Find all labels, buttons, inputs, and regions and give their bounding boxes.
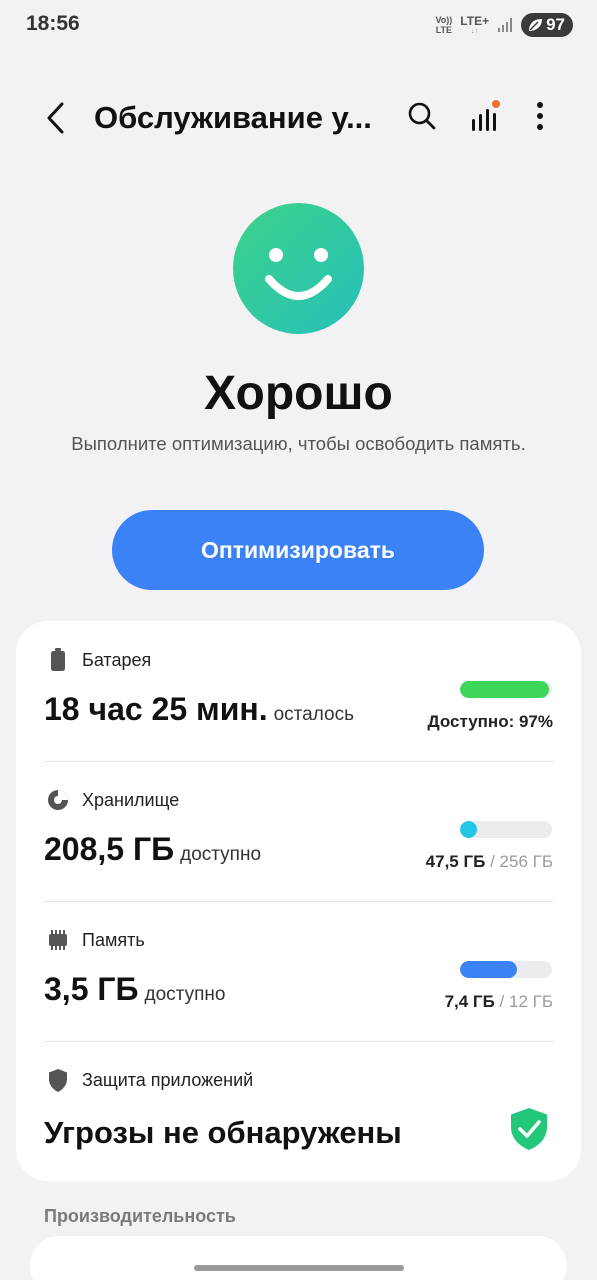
more-options-button[interactable]	[520, 96, 560, 136]
battery-caption: Доступно: 97%	[428, 712, 553, 732]
performance-card[interactable]	[30, 1236, 567, 1280]
storage-value: 208,5 ГБ доступно	[44, 831, 261, 868]
memory-unit: доступно	[144, 984, 226, 1005]
storage-separator: /	[490, 852, 495, 871]
shield-check-icon	[511, 1108, 547, 1150]
stats-icon	[472, 100, 500, 131]
signal-icon	[498, 18, 513, 32]
memory-value: 3,5 ГБ доступно	[44, 971, 225, 1008]
battery-value: 18 час 25 мин. осталось	[44, 691, 354, 728]
leaf-icon	[529, 19, 543, 31]
storage-bar-fill	[460, 821, 478, 838]
memory-bar	[460, 961, 552, 978]
stats-button[interactable]	[464, 96, 504, 136]
back-icon	[47, 102, 64, 134]
device-status-subtitle: Выполните оптимизацию, чтобы освободить …	[71, 433, 526, 454]
battery-icon	[46, 648, 70, 672]
performance-header: Производительность	[44, 1206, 236, 1226]
status-time: 18:56	[26, 12, 80, 35]
device-status-title: Хорошо	[204, 367, 393, 420]
volte-line1: Vo))	[435, 15, 453, 25]
volte-line2: LTE	[435, 25, 453, 35]
app-protection-section[interactable]: Защита приложений Угрозы не обнаружены	[16, 1041, 581, 1181]
memory-free: 3,5 ГБ	[44, 971, 139, 1007]
protection-status: Угрозы не обнаружены	[44, 1115, 402, 1150]
battery-bar-fill	[460, 681, 550, 698]
status-bar: 18:56 Vo)) LTE LTE+ ↓↑ 97	[0, 0, 597, 52]
storage-used: 47,5 ГБ	[425, 852, 486, 871]
smile-face-icon	[233, 203, 364, 334]
memory-bar-fill	[460, 961, 518, 978]
more-icon	[537, 102, 543, 130]
divider	[44, 761, 553, 762]
volte-icon: Vo)) LTE	[435, 15, 452, 35]
status-icons: Vo)) LTE LTE+ ↓↑ 97	[435, 13, 573, 37]
page-title: Обслуживание у...	[94, 100, 372, 135]
storage-total: 256 ГБ	[499, 852, 553, 871]
home-indicator[interactable]	[194, 1265, 404, 1271]
memory-section[interactable]: Память 3,5 ГБ доступно 7,4 ГБ / 12 ГБ	[16, 901, 581, 1041]
network-arrows: ↓↑	[470, 26, 479, 35]
pie-chart-icon	[46, 788, 70, 812]
search-button[interactable]	[402, 96, 442, 136]
app-bar: Обслуживание у...	[0, 88, 597, 148]
search-icon	[408, 102, 436, 130]
protection-label: Защита приложений	[82, 1070, 254, 1090]
battery-label: Батарея	[82, 650, 152, 670]
storage-free: 208,5 ГБ	[44, 831, 175, 867]
memory-caption: 7,4 ГБ / 12 ГБ	[445, 992, 553, 1012]
memory-chip-icon	[46, 928, 70, 952]
battery-unit: осталось	[273, 704, 354, 725]
device-care-card: Батарея 18 час 25 мин. осталось Доступно:…	[16, 621, 581, 1181]
battery-section[interactable]: Батарея 18 час 25 мин. осталось Доступно:…	[16, 621, 581, 761]
optimize-button[interactable]: Оптимизировать	[112, 510, 484, 590]
battery-percent: 97	[546, 15, 565, 34]
memory-used: 7,4 ГБ	[444, 992, 495, 1011]
storage-label: Хранилище	[82, 790, 180, 810]
battery-available: Доступно: 97%	[427, 712, 553, 731]
back-button[interactable]	[36, 98, 76, 138]
storage-section[interactable]: Хранилище 208,5 ГБ доступно 47,5 ГБ / 256…	[16, 761, 581, 901]
network-type: LTE+ ↓↑	[460, 15, 489, 35]
memory-separator: /	[499, 992, 505, 1011]
battery-time: 18 час 25 мин.	[44, 691, 268, 727]
storage-unit: доступно	[180, 844, 262, 865]
divider	[44, 901, 553, 902]
battery-bar	[460, 681, 552, 698]
battery-status: 97	[521, 13, 573, 37]
storage-bar	[460, 821, 552, 838]
memory-label: Память	[82, 930, 145, 950]
storage-caption: 47,5 ГБ / 256 ГБ	[426, 852, 553, 872]
divider	[44, 1041, 553, 1042]
smile-glyph	[265, 248, 332, 300]
shield-icon	[46, 1068, 70, 1092]
memory-total: 12 ГБ	[509, 992, 553, 1011]
